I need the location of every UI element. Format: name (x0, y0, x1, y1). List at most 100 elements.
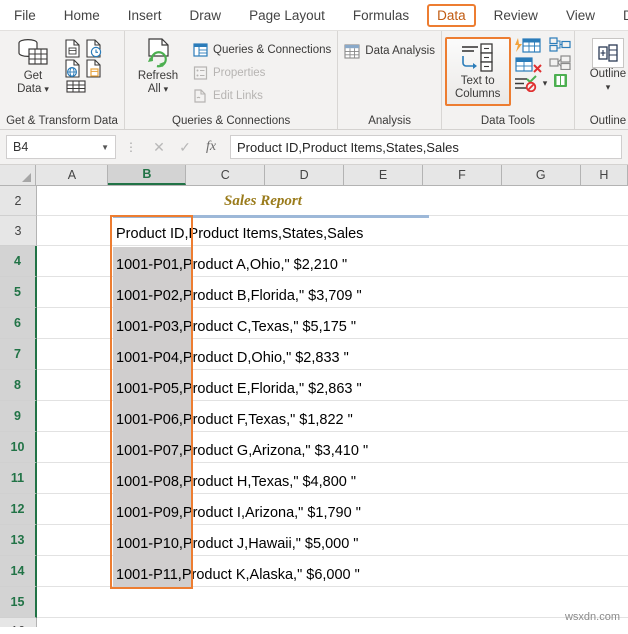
spreadsheet-grid: A B C D E F G H 2 3 4 5 6 7 8 9 10 11 12… (0, 165, 628, 627)
column-header-b[interactable]: B (108, 165, 187, 185)
row-header-7[interactable]: 7 (0, 339, 37, 370)
name-box-value: B4 (13, 140, 29, 154)
tab-file[interactable]: File (4, 4, 46, 27)
selection-highlight-box (110, 215, 193, 589)
from-table-range-icon[interactable] (85, 59, 102, 78)
get-data-label-line1: Get (23, 70, 43, 82)
row-16-cells[interactable] (37, 618, 628, 627)
outline-icon (591, 38, 624, 68)
column-header-e[interactable]: E (344, 165, 423, 185)
properties-icon (193, 66, 208, 80)
text-to-columns-label-line2: Columns (454, 88, 501, 100)
properties-label: Properties (213, 67, 266, 79)
column-header-f[interactable]: F (422, 165, 502, 185)
tab-developer[interactable]: De (613, 4, 628, 27)
chevron-down-icon[interactable]: ▼ (101, 143, 109, 152)
watermark: wsxdn.com (564, 611, 620, 623)
row-header-13[interactable]: 13 (0, 525, 37, 556)
data-analysis-button[interactable]: Data Analysis (344, 40, 435, 62)
tab-draw[interactable]: Draw (180, 4, 232, 27)
insert-function-icon[interactable]: fx (198, 136, 224, 158)
edit-links-button[interactable]: Edit Links (193, 85, 331, 107)
formula-bar: B4 ▼ ⋮ ✕ ✓ fx Product ID,Product Items,S… (0, 130, 628, 165)
name-box[interactable]: B4 ▼ (6, 135, 116, 159)
get-data-button[interactable]: Get Data ▾ (6, 36, 60, 96)
row-header-9[interactable]: 9 (0, 401, 37, 432)
ribbon-group-label-analysis: Analysis (368, 115, 412, 127)
formula-bar-buttons: ✕ ✓ fx (146, 136, 224, 158)
formula-bar-divider: ⋮ (125, 140, 137, 154)
row-header-16[interactable]: 16 (0, 618, 37, 627)
text-to-columns-button[interactable]: Text to Columns (444, 37, 511, 106)
data-validation-icon[interactable] (513, 75, 541, 92)
row-header-4[interactable]: 4 (0, 246, 37, 277)
row-header-14[interactable]: 14 (0, 556, 37, 587)
select-all-corner[interactable] (0, 165, 37, 185)
refresh-all-icon (141, 36, 175, 70)
get-data-icon (16, 36, 50, 70)
data-analysis-icon (344, 43, 360, 59)
refresh-all-label-line2: All (147, 83, 161, 95)
cancel-icon[interactable]: ✕ (146, 136, 172, 158)
refresh-all-button[interactable]: Refresh All ▾ (131, 36, 185, 96)
column-header-d[interactable]: D (265, 165, 345, 185)
existing-connections-icon[interactable] (66, 79, 86, 94)
from-web-icon[interactable] (64, 59, 81, 78)
excel-window: File Home Insert Draw Page Layout Formul… (0, 0, 628, 634)
ribbon-group-label-get-transform-data: Get & Transform Data (6, 115, 118, 127)
from-text-csv-icon[interactable] (64, 39, 81, 58)
text-to-columns-icon (458, 41, 498, 75)
row-15-cells[interactable] (37, 587, 628, 618)
tab-insert[interactable]: Insert (118, 4, 172, 27)
queries-connections-button[interactable]: Queries & Connections (193, 39, 331, 61)
title-cell-sales-report[interactable]: Sales Report (224, 193, 302, 210)
row-header-10[interactable]: 10 (0, 432, 37, 463)
row-header-6[interactable]: 6 (0, 308, 37, 339)
row-2-cells[interactable] (37, 186, 628, 216)
queries-connections-icon (193, 43, 208, 57)
data-analysis-label: Data Analysis (365, 45, 435, 57)
refresh-all-label-line1: Refresh (137, 70, 179, 82)
chevron-down-icon[interactable]: ▾ (44, 83, 49, 96)
tab-review[interactable]: Review (484, 4, 548, 27)
remove-duplicates-icon[interactable] (513, 56, 548, 73)
tab-page-layout[interactable]: Page Layout (239, 4, 335, 27)
chevron-down-icon[interactable]: ▾ (606, 81, 611, 94)
from-web-recent-icon[interactable] (85, 39, 102, 58)
manage-data-model-icon[interactable] (549, 73, 571, 88)
chevron-down-icon[interactable]: ▾ (543, 78, 548, 89)
ribbon-tab-bar: File Home Insert Draw Page Layout Formul… (0, 0, 628, 30)
ribbon-group-label-data-tools: Data Tools (480, 115, 536, 127)
chevron-down-icon[interactable]: ▾ (164, 83, 169, 96)
flash-fill-icon[interactable] (513, 37, 548, 54)
outline-label: Outline (589, 68, 627, 80)
edit-links-icon (193, 89, 208, 103)
column-header-a[interactable]: A (36, 165, 109, 185)
outline-button[interactable]: Outline ▾ (581, 38, 628, 94)
relationships-icon[interactable] (549, 55, 571, 70)
row-header-3[interactable]: 3 (0, 216, 37, 246)
column-header-h[interactable]: H (580, 165, 628, 185)
row-header-8[interactable]: 8 (0, 370, 37, 401)
column-header-g[interactable]: G (501, 165, 581, 185)
row-header-5[interactable]: 5 (0, 277, 37, 308)
queries-connections-label: Queries & Connections (213, 44, 332, 56)
column-header-c[interactable]: C (186, 165, 266, 185)
ribbon: Get Data ▾ Get & Transform Data Refresh … (0, 30, 628, 130)
tab-view[interactable]: View (556, 4, 605, 27)
tab-formulas[interactable]: Formulas (343, 4, 419, 27)
ribbon-group-label-outline: Outline (589, 115, 627, 127)
row-header-15[interactable]: 15 (0, 587, 37, 618)
text-to-columns-label-line1: Text to (460, 75, 495, 87)
properties-button[interactable]: Properties (193, 62, 331, 84)
row-header-11[interactable]: 11 (0, 463, 37, 494)
row-header-2[interactable]: 2 (0, 186, 37, 216)
get-data-label-line2: Data (17, 83, 42, 95)
row-header-12[interactable]: 12 (0, 494, 37, 525)
formula-input[interactable]: Product ID,Product Items,States,Sales (230, 135, 622, 159)
consolidate-icon[interactable] (549, 37, 571, 52)
confirm-icon[interactable]: ✓ (172, 136, 198, 158)
tab-home[interactable]: Home (54, 4, 110, 27)
edit-links-label: Edit Links (213, 90, 263, 102)
tab-data[interactable]: Data (427, 3, 476, 27)
